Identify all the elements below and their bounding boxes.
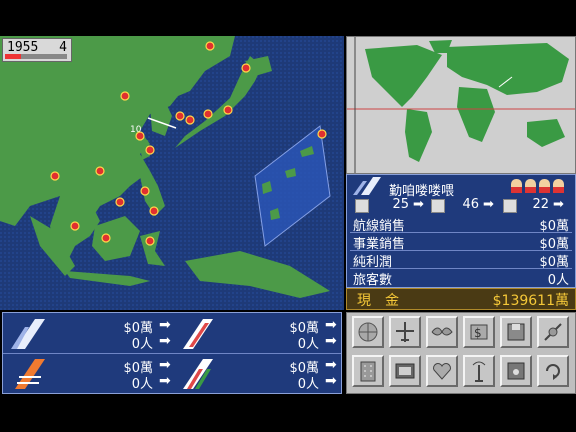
world-map[interactable] [346, 36, 576, 174]
stat-value: $0萬 [539, 237, 569, 252]
arrow-icon: ➡ [325, 357, 337, 373]
airline-tail-logo [353, 177, 381, 195]
staff-icon [539, 179, 550, 193]
satellite-icon [544, 323, 562, 341]
disk-button[interactable] [500, 316, 532, 348]
aircraft-count: 25 [392, 197, 409, 212]
staff-icon [525, 179, 536, 193]
antenna-icon [472, 361, 486, 382]
cycle-icon [546, 364, 560, 380]
month-progress-bar [5, 54, 67, 59]
map-canvas: 10 [0, 36, 344, 310]
route-passengers: 0人 [131, 337, 153, 352]
plane-button[interactable] [389, 316, 421, 348]
tv-button[interactable] [389, 355, 421, 387]
competitor-tail-icon[interactable] [179, 317, 215, 349]
disk-icon [507, 323, 525, 341]
arrow-icon: ➡ [553, 197, 564, 212]
diskette-icon [507, 362, 525, 380]
asia-map[interactable]: 10 [0, 36, 344, 310]
arrow-icon: ➡ [325, 317, 337, 333]
heart-icon [433, 363, 451, 380]
arrow-icon: ➡ [413, 197, 424, 212]
stat-value: $0萬 [539, 255, 569, 270]
diskette-button[interactable] [500, 355, 532, 387]
stat-row: 旅客數 0人 [350, 269, 572, 288]
route-count-icon [431, 199, 445, 213]
arrow-icon: ➡ [483, 197, 494, 212]
plane-icon [396, 322, 414, 342]
satellite-button[interactable] [537, 316, 569, 348]
money-icon: $ [470, 324, 488, 340]
stat-value: $0萬 [539, 219, 569, 234]
arrow-icon: ➡ [159, 333, 171, 349]
office-count-icon [503, 199, 517, 213]
stat-label: 旅客數 [353, 273, 393, 288]
tv-icon [395, 363, 415, 379]
cash-value: $139611萬 [492, 293, 569, 309]
date-display: 1955 4 [2, 38, 72, 62]
arrow-icon: ➡ [159, 373, 171, 389]
stat-row: 事業銷售 $0萬 [350, 233, 572, 252]
year-text: 1955 [7, 40, 39, 55]
arrow-icon: ➡ [159, 317, 171, 333]
route-passengers: 0人 [131, 377, 153, 392]
office-count: 22 [532, 197, 549, 212]
cash-bar: 現金 $139611萬 [346, 288, 576, 310]
competitor-tail-icon[interactable] [11, 357, 47, 389]
building-icon [360, 361, 376, 382]
heart-button[interactable] [426, 355, 458, 387]
staff-icon [553, 179, 564, 193]
airline-tail-icon[interactable] [11, 317, 47, 349]
stat-label: 事業銷售 [353, 237, 406, 252]
stat-label: 純利潤 [353, 255, 393, 270]
month-text: 4 [59, 40, 67, 55]
wings-button[interactable] [426, 316, 458, 348]
arrow-icon: ➡ [325, 373, 337, 389]
antenna-button[interactable] [463, 355, 495, 387]
aircraft-count-icon [355, 199, 369, 213]
airline-info-panel: 勤咱喽喽喂 25 ➡ 46 ➡ 22 ➡ 航線銷售 $0萬 事業銷售 $0萬 純… [346, 174, 576, 288]
stat-label: 航線銷售 [353, 219, 406, 234]
globe-button[interactable] [352, 316, 384, 348]
route-passengers: 0人 [297, 337, 319, 352]
world-map-canvas [347, 37, 575, 173]
stat-value: 0人 [547, 273, 569, 288]
money-button[interactable]: $ [463, 316, 495, 348]
cycle-button[interactable] [537, 355, 569, 387]
route-summary-panel: $0萬 0人 ➡ ➡ $0萬 0人 ➡ ➡ $0萬 0人 ➡ ➡ $0萬 0人 … [2, 312, 342, 394]
stat-row: 航線銷售 $0萬 [350, 215, 572, 234]
staff-icon [511, 179, 522, 193]
stat-row: 純利潤 $0萬 [350, 251, 572, 270]
competitor-tail-icon[interactable] [179, 357, 215, 389]
arrow-icon: ➡ [325, 333, 337, 349]
cash-label: 現金 [357, 293, 413, 309]
route-count: 46 [462, 197, 479, 212]
building-button[interactable] [352, 355, 384, 387]
route-passengers: 0人 [297, 377, 319, 392]
wings-icon [431, 327, 453, 336]
globe-icon [358, 322, 378, 342]
command-panel: $ [346, 312, 576, 394]
svg-text:$: $ [474, 326, 482, 340]
arrow-icon: ➡ [159, 357, 171, 373]
